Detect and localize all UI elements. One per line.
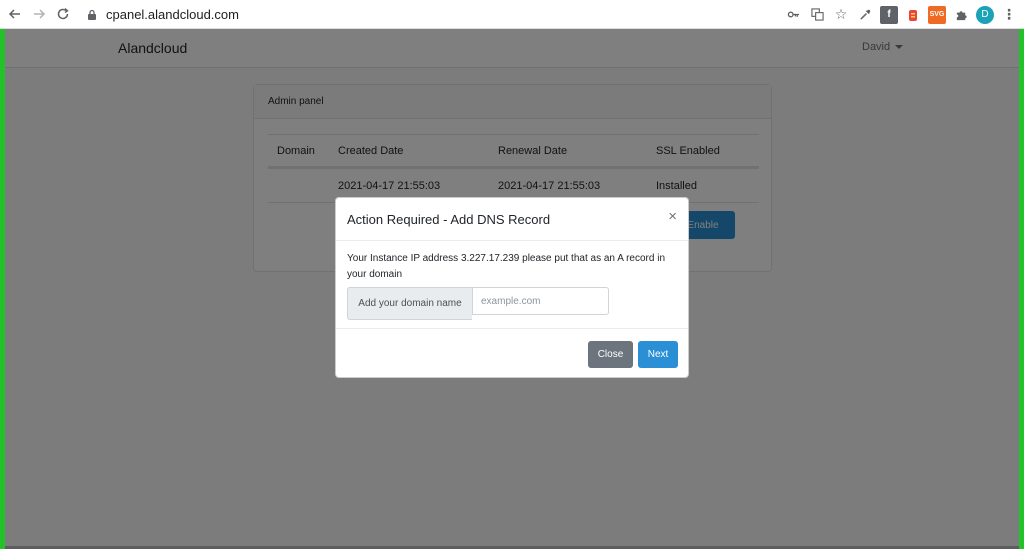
pepper-icon[interactable] xyxy=(904,6,922,24)
page-viewport: Alandcloud David Admin panel Domain Crea… xyxy=(5,29,1019,549)
modal-header: Action Required - Add DNS Record × xyxy=(336,198,688,241)
back-arrow-icon[interactable] xyxy=(4,3,26,25)
next-button[interactable]: Next xyxy=(638,341,678,368)
url-text: cpanel.alandcloud.com xyxy=(106,7,239,22)
forward-arrow-icon[interactable] xyxy=(28,3,50,25)
star-icon[interactable]: ☆ xyxy=(832,6,850,24)
lock-icon xyxy=(88,9,96,20)
puzzle-icon[interactable] xyxy=(952,6,970,24)
domain-name-input[interactable] xyxy=(472,287,609,315)
eyedropper-icon[interactable] xyxy=(856,6,874,24)
address-bar[interactable]: cpanel.alandcloud.com xyxy=(80,4,802,25)
key-icon[interactable] xyxy=(784,6,802,24)
modal-body: Your Instance IP address 3.227.17.239 pl… xyxy=(336,241,688,320)
svg-extension-label: SVG xyxy=(929,11,945,18)
reload-icon[interactable] xyxy=(52,3,74,25)
kebab-menu-icon[interactable]: ⋮ xyxy=(1000,6,1018,24)
facebook-icon[interactable]: f xyxy=(880,5,898,24)
domain-input-group: Add your domain name xyxy=(347,287,677,320)
close-button[interactable]: Close xyxy=(588,341,633,368)
modal-footer: Close Next xyxy=(336,328,688,378)
svg-extension-icon[interactable]: SVG xyxy=(928,5,946,24)
domain-input-label: Add your domain name xyxy=(347,287,472,320)
browser-toolbar: cpanel.alandcloud.com ☆ f SVG D ⋮ xyxy=(0,0,1024,29)
extension-tray: ☆ f SVG D ⋮ xyxy=(784,4,1024,25)
translate-icon[interactable] xyxy=(808,6,826,24)
profile-avatar[interactable]: D xyxy=(976,5,994,24)
instance-ip-message: Your Instance IP address 3.227.17.239 pl… xyxy=(347,253,666,280)
modal-title: Action Required - Add DNS Record xyxy=(347,211,551,227)
close-icon[interactable]: × xyxy=(668,209,677,224)
dns-record-modal: Action Required - Add DNS Record × Your … xyxy=(335,197,689,378)
